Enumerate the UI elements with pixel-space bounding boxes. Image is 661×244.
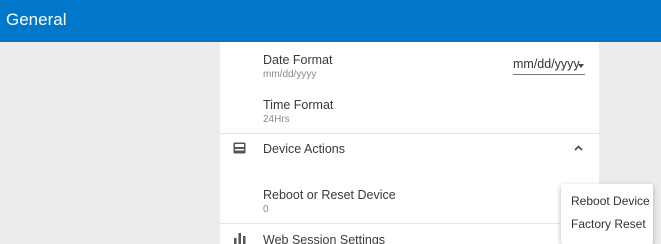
device-action-menu: Reboot Device Factory Reset	[561, 184, 653, 244]
page-title: General	[6, 10, 67, 29]
menu-item-factory-reset[interactable]: Factory Reset	[571, 217, 646, 231]
header-bar: General	[0, 0, 661, 42]
date-format-label: Date Format	[263, 53, 333, 67]
chevron-up-icon[interactable]	[574, 145, 583, 151]
device-icon	[233, 142, 246, 154]
bar-chart-icon	[234, 233, 246, 244]
time-format-label: Time Format	[263, 98, 334, 112]
web-session-settings-header[interactable]: Web Session Settings	[220, 224, 599, 244]
reboot-reset-label: Reboot or Reset Device	[263, 188, 396, 202]
web-session-settings-label: Web Session Settings	[263, 233, 386, 244]
date-format-value: mm/dd/yyyy	[263, 69, 317, 80]
date-format-selected: mm/dd/yyyy	[513, 57, 580, 71]
caret-down-icon	[578, 64, 584, 68]
menu-item-reboot-device[interactable]: Reboot Device	[571, 194, 650, 208]
device-actions-label: Device Actions	[263, 142, 345, 156]
date-format-select[interactable]: mm/dd/yyyy	[513, 56, 585, 75]
reboot-reset-value: 0	[263, 204, 269, 215]
device-actions-header[interactable]: Device Actions	[220, 134, 599, 164]
time-format-value: 24Hrs	[263, 114, 290, 125]
